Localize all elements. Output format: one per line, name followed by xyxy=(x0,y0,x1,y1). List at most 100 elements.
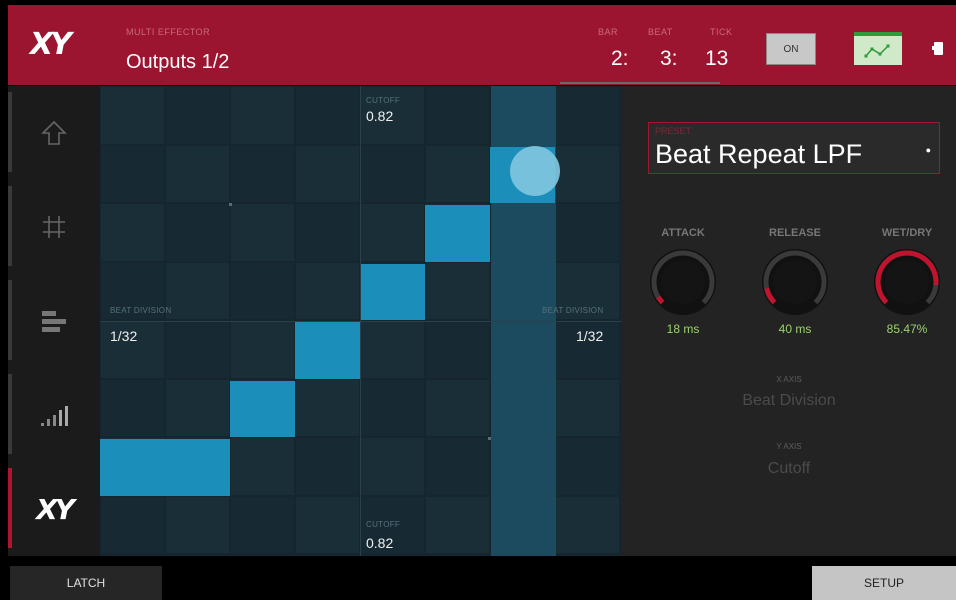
release-knob[interactable] xyxy=(761,248,829,316)
wet-dry-label: WET/DRY xyxy=(881,227,933,239)
pad-cell xyxy=(231,321,294,378)
pad-cell xyxy=(361,438,424,495)
xy-cursor-puck[interactable] xyxy=(510,146,560,196)
pad-cell xyxy=(361,145,424,202)
pad-cell xyxy=(166,321,229,378)
latch-button[interactable]: LATCH xyxy=(10,566,162,600)
pad-cell xyxy=(426,145,489,202)
pad-cell xyxy=(101,204,164,261)
grid-icon xyxy=(43,216,65,238)
tab-edge xyxy=(8,186,12,266)
pad-cell xyxy=(296,379,359,436)
x-axis-parameter[interactable]: Beat Division xyxy=(622,392,956,410)
lit-cell xyxy=(100,439,165,496)
beat-label: BEAT xyxy=(648,27,673,37)
lit-cell xyxy=(360,263,425,320)
pad-cell xyxy=(426,496,489,553)
track-label: MULTI EFFECTOR xyxy=(126,27,211,37)
tab-edge xyxy=(8,468,12,548)
pad-cell xyxy=(231,262,294,319)
y-axis-parameter[interactable]: Cutoff xyxy=(622,460,956,478)
pad-cell xyxy=(426,262,489,319)
header-divider xyxy=(560,82,720,84)
on-button[interactable]: ON xyxy=(766,33,816,65)
sidebar-item-bars[interactable] xyxy=(8,274,100,368)
y-axis-label: Y AXIS xyxy=(776,442,802,451)
pad-cell xyxy=(231,438,294,495)
left-axis-label: BEAT DIVISION xyxy=(110,306,172,315)
xy-logo-icon: XY xyxy=(30,27,72,62)
xy-icon: XY xyxy=(36,492,75,526)
grid-dot xyxy=(488,437,491,440)
automation-button[interactable] xyxy=(854,32,902,65)
pad-cell xyxy=(426,321,489,378)
automation-icon xyxy=(864,44,890,57)
pad-cell xyxy=(361,204,424,261)
pad-cell xyxy=(426,438,489,495)
pad-cell xyxy=(166,262,229,319)
sidebar-item-levels[interactable] xyxy=(8,368,100,462)
preset-label: PRESET xyxy=(655,126,692,136)
pad-cell xyxy=(556,87,619,144)
lit-cell xyxy=(425,205,490,262)
sidebar-item-main[interactable] xyxy=(8,86,100,180)
pad-cell xyxy=(426,379,489,436)
attack-knob[interactable] xyxy=(649,248,717,316)
track-selector[interactable]: Outputs 1/2 xyxy=(126,51,229,74)
pad-cell xyxy=(101,87,164,144)
beat-value[interactable]: 3: xyxy=(660,47,678,71)
release-label: RELEASE xyxy=(769,227,821,239)
attack-label: ATTACK xyxy=(661,227,705,239)
tab-edge xyxy=(8,92,12,172)
tab-edge xyxy=(8,280,12,360)
grid-dot xyxy=(229,203,232,206)
sidebar-item-grid[interactable] xyxy=(8,180,100,274)
preset-selector[interactable]: PRESET Beat Repeat LPF ● xyxy=(648,122,940,174)
pad-cell xyxy=(231,87,294,144)
pad-cell xyxy=(101,496,164,553)
bottom-axis-label: CUTOFF xyxy=(366,520,401,529)
pad-cell xyxy=(296,145,359,202)
sidebar-item-xy[interactable]: XY xyxy=(8,462,100,556)
left-axis-value: 1/32 xyxy=(110,328,138,344)
pad-cell xyxy=(166,204,229,261)
pad-cell xyxy=(166,496,229,553)
pad-cell xyxy=(556,379,619,436)
pad-cell xyxy=(166,379,229,436)
pad-cell xyxy=(556,496,619,553)
pad-cell xyxy=(166,145,229,202)
dropdown-arrow-icon: ● xyxy=(925,145,931,155)
pad-cell xyxy=(361,379,424,436)
right-axis-label: BEAT DIVISION xyxy=(542,306,604,315)
bar-value[interactable]: 2: xyxy=(611,47,629,71)
setup-button[interactable]: SETUP xyxy=(812,566,956,600)
xy-pad[interactable]: CUTOFF 0.82 CUTOFF 0.82 BEAT DIVISION 1/… xyxy=(100,86,622,556)
top-axis-value: 0.82 xyxy=(366,108,394,124)
battery-icon xyxy=(932,42,943,55)
release-value: 40 ms xyxy=(778,322,812,336)
tab-edge xyxy=(8,374,12,454)
pad-cell xyxy=(296,438,359,495)
wet-dry-value: 85.47% xyxy=(886,322,928,336)
pad-cell xyxy=(101,145,164,202)
pad-cell xyxy=(556,145,619,202)
top-axis-label: CUTOFF xyxy=(366,96,401,105)
pad-cell xyxy=(426,87,489,144)
pad-cell xyxy=(101,379,164,436)
tick-value[interactable]: 13 xyxy=(705,47,728,71)
pad-cell xyxy=(231,204,294,261)
pad-cell xyxy=(166,87,229,144)
bottom-axis-value: 0.82 xyxy=(366,535,394,551)
pad-cell xyxy=(296,204,359,261)
attack-value: 18 ms xyxy=(666,322,700,336)
mode-sidebar: XY xyxy=(8,86,100,556)
lit-cell xyxy=(165,439,230,496)
bar-label: BAR xyxy=(598,27,619,37)
pad-cell xyxy=(231,145,294,202)
level-meter-icon xyxy=(41,406,68,426)
wet-dry-knob[interactable] xyxy=(873,248,941,316)
pad-cell xyxy=(556,438,619,495)
header-bar: XY MULTI EFFECTOR Outputs 1/2 BAR BEAT T… xyxy=(8,5,956,85)
pad-cell xyxy=(296,496,359,553)
x-axis-label: X AXIS xyxy=(776,375,802,384)
